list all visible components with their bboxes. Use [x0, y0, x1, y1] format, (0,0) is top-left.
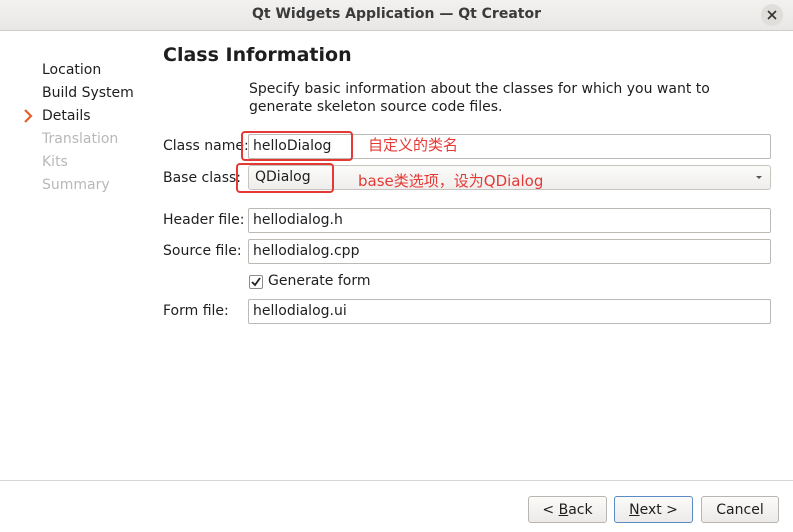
chevron-down-icon	[756, 176, 762, 179]
base-class-annotation-box	[236, 163, 334, 193]
header-file-value: hellodialog.h	[253, 212, 343, 228]
next-mnemonic: N	[629, 501, 640, 518]
button-separator	[0, 480, 793, 481]
next-rest: ext >	[639, 501, 678, 518]
back-button[interactable]: < Back	[528, 496, 607, 523]
step-details: Details	[42, 108, 91, 124]
step-translation: Translation	[42, 131, 119, 147]
step-build-system: Build System	[42, 85, 134, 101]
form-file-value: hellodialog.ui	[253, 303, 347, 319]
header-file-input[interactable]: hellodialog.h	[248, 208, 771, 233]
close-icon	[767, 10, 777, 20]
class-name-label: Class name:	[163, 138, 249, 154]
current-step-arrow-icon	[24, 109, 33, 123]
window-title: Qt Widgets Application — Qt Creator	[252, 6, 541, 22]
step-summary: Summary	[42, 177, 110, 193]
class-name-annotation: 自定义的类名	[368, 136, 459, 154]
title-bar: Qt Widgets Application — Qt Creator	[0, 0, 793, 31]
source-file-input[interactable]: hellodialog.cpp	[248, 239, 771, 264]
generate-form-label[interactable]: Generate form	[268, 273, 370, 289]
back-prefix: <	[542, 501, 559, 518]
close-button[interactable]	[761, 4, 783, 26]
page-title: Class Information	[163, 44, 352, 66]
base-class-annotation: base类选项，设为QDialog	[358, 172, 544, 190]
cancel-button[interactable]: Cancel	[701, 496, 779, 523]
step-kits: Kits	[42, 154, 68, 170]
next-button[interactable]: Next >	[614, 496, 693, 523]
checkmark-icon	[251, 277, 261, 287]
source-file-label: Source file:	[163, 243, 242, 259]
source-file-value: hellodialog.cpp	[253, 243, 360, 259]
step-location: Location	[42, 62, 102, 78]
form-file-label: Form file:	[163, 303, 229, 319]
back-mnemonic: B	[558, 501, 569, 518]
back-rest: ack	[568, 501, 593, 518]
class-name-annotation-box	[241, 131, 353, 161]
base-class-label: Base class:	[163, 170, 242, 186]
generate-form-checkbox[interactable]	[249, 275, 263, 289]
wizard-body: Location Build System Details Translatio…	[0, 32, 793, 532]
header-file-label: Header file:	[163, 212, 245, 228]
page-description: Specify basic information about the clas…	[249, 81, 710, 115]
form-file-input[interactable]: hellodialog.ui	[248, 299, 771, 324]
